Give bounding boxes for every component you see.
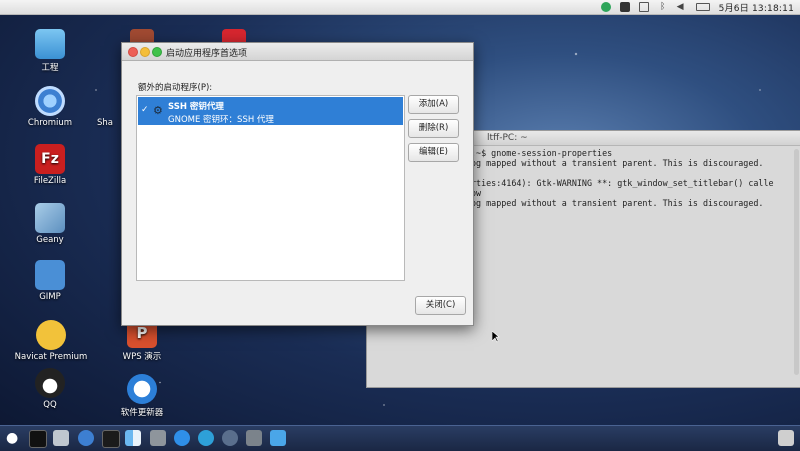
- finder-dock-icon[interactable]: [125, 430, 141, 446]
- desktop-icon-label: GIMP: [39, 292, 61, 302]
- gear-icon: ⚙: [153, 104, 163, 117]
- desktop-icon-label: Sha: [97, 118, 113, 128]
- terminal-line: og mapped without a transient parent. Th…: [471, 198, 764, 208]
- editor-dock-icon[interactable]: [53, 430, 69, 446]
- bluetooth-icon[interactable]: ᛒ: [658, 2, 668, 12]
- launchpad-dock-icon[interactable]: [270, 430, 286, 446]
- desktop-icon-geany[interactable]: Geany: [15, 203, 85, 245]
- close-button[interactable]: 关闭(C): [415, 296, 466, 315]
- preferences-dock-icon[interactable]: [246, 430, 262, 446]
- image-app-icon[interactable]: [130, 29, 154, 43]
- globe-dock-icon[interactable]: [222, 430, 238, 446]
- desktop-icon-project[interactable]: 工程: [15, 29, 85, 73]
- close-window-icon[interactable]: [128, 47, 138, 57]
- terminal-line: :~$ gnome-session-properties: [471, 148, 613, 158]
- desktop-icon-software-updater[interactable]: 软件更新器: [107, 374, 177, 418]
- filezilla-icon: Fz: [35, 144, 65, 174]
- apple-menu-icon[interactable]: ●: [6, 430, 22, 446]
- network-icon[interactable]: [638, 2, 649, 12]
- startup-programs-label: 额外的启动程序(P):: [138, 83, 213, 93]
- dialog-titlebar[interactable]: 启动应用程序首选项: [122, 43, 473, 61]
- chromium-icon: [35, 86, 65, 116]
- qq-icon: [35, 368, 65, 398]
- browser-dock-icon[interactable]: [78, 430, 94, 446]
- desktop-icon-label: Chromium: [27, 118, 73, 128]
- desktop-icon-label: FileZilla: [33, 176, 67, 186]
- terminal-scrollbar[interactable]: [794, 149, 799, 375]
- volume-icon[interactable]: ◀: [677, 2, 687, 12]
- settings-dock-icon[interactable]: [150, 430, 166, 446]
- desktop-icon-label: Geany: [36, 235, 64, 245]
- music-app-icon[interactable]: [222, 29, 246, 43]
- terminal-line: og mapped without a transient parent. Th…: [471, 158, 764, 168]
- desktop-icon-label: QQ: [43, 400, 57, 410]
- entry-name: SSH 密钥代理: [168, 102, 224, 112]
- desktop-icon-chromium[interactable]: Chromium: [15, 86, 85, 128]
- startup-programs-list[interactable]: ✓ ⚙ SSH 密钥代理 GNOME 密钥环：SSH 代理: [136, 95, 405, 281]
- minimize-window-icon[interactable]: [140, 47, 150, 57]
- dock: ●: [0, 425, 800, 451]
- remove-button[interactable]: 删除(R): [408, 119, 459, 138]
- top-menu-bar: ᛒ ◀ 5月6日 13:18:11: [0, 0, 800, 15]
- add-button[interactable]: 添加(A): [408, 95, 459, 114]
- desktop-icon-qq[interactable]: QQ: [15, 368, 85, 410]
- desktop-icon-filezilla[interactable]: Fz FileZilla: [15, 144, 85, 186]
- terminal-line: rties:4164): Gtk-WARNING **: gtk_window_…: [471, 178, 774, 188]
- desktop-icon-gimp[interactable]: GIMP: [15, 260, 85, 302]
- desktop-icon-label: 工程: [41, 63, 59, 73]
- folder-icon: [35, 29, 65, 59]
- enabled-checkbox[interactable]: ✓: [141, 106, 150, 115]
- command-tray-icon[interactable]: [619, 2, 630, 12]
- geany-icon: [35, 203, 65, 233]
- list-item-ssh-agent[interactable]: ✓ ⚙ SSH 密钥代理 GNOME 密钥环：SSH 代理: [138, 97, 403, 125]
- gimp-icon: [35, 260, 65, 290]
- desktop-icon-label: WPS 演示: [122, 352, 162, 362]
- clock[interactable]: 5月6日 13:18:11: [719, 1, 794, 14]
- edit-button[interactable]: 编辑(E): [408, 143, 459, 162]
- battery-icon[interactable]: [695, 3, 710, 11]
- terminal-dock-icon[interactable]: [29, 430, 47, 448]
- telegram-tray-icon[interactable]: [600, 2, 611, 12]
- trash-dock-icon[interactable]: [778, 430, 794, 446]
- telegram-dock-icon[interactable]: [198, 430, 214, 446]
- maximize-window-icon[interactable]: [152, 47, 162, 57]
- monitor-dock-icon[interactable]: [102, 430, 120, 448]
- update-icon: [127, 374, 157, 404]
- mouse-cursor-icon: [492, 331, 500, 343]
- desktop-icon-label: Navicat Premium: [14, 352, 88, 362]
- desktop-icon-label: 软件更新器: [120, 408, 164, 418]
- appstore-dock-icon[interactable]: [174, 430, 190, 446]
- navicat-icon: [36, 320, 66, 350]
- desktop-icon-navicat[interactable]: Navicat Premium: [10, 320, 92, 362]
- startup-applications-dialog[interactable]: 启动应用程序首选项 额外的启动程序(P): ✓ ⚙ SSH 密钥代理 GNOME…: [121, 42, 474, 326]
- entry-description: GNOME 密钥环：SSH 代理: [168, 115, 274, 125]
- dialog-title: 启动应用程序首选项: [166, 49, 248, 59]
- system-tray: ᛒ ◀ 5月6日 13:18:11: [600, 0, 794, 14]
